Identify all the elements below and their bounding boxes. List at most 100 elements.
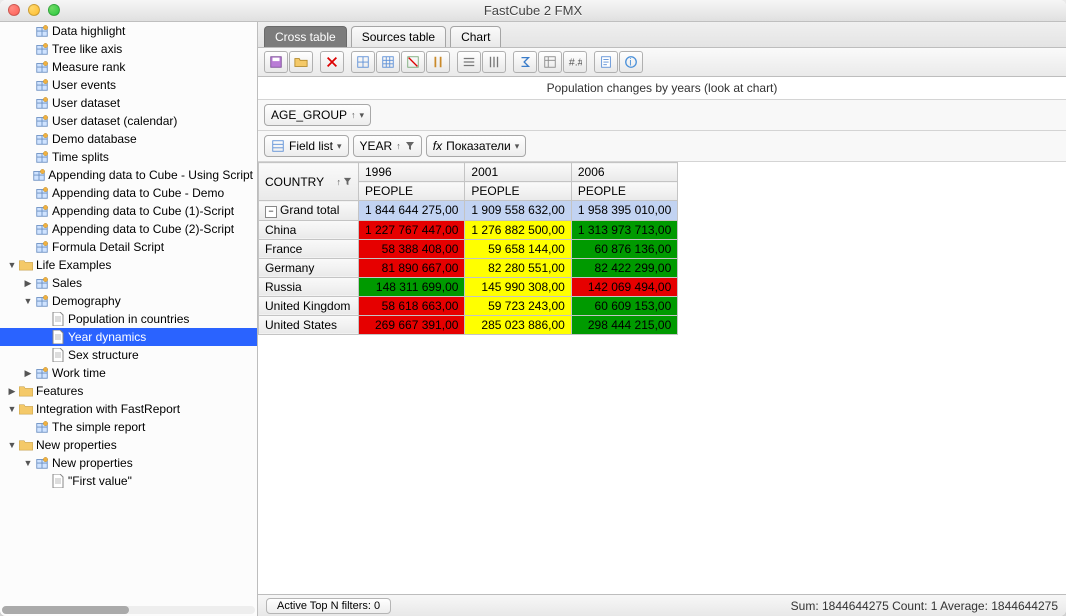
format-button[interactable] — [538, 51, 562, 73]
hide-rows-button[interactable] — [401, 51, 425, 73]
tree-item[interactable]: ▼Integration with FastReport — [0, 400, 257, 418]
year-header[interactable]: 2006 — [571, 163, 677, 182]
data-cell[interactable]: 82 280 551,00 — [465, 258, 571, 277]
sidebar[interactable]: Data highlightTree like axisMeasure rank… — [0, 22, 258, 616]
tree-item[interactable]: ▶Work time — [0, 364, 257, 382]
data-cell[interactable]: 81 890 667,00 — [359, 258, 465, 277]
data-cell[interactable]: 82 422 299,00 — [571, 258, 677, 277]
disclosure-triangle[interactable]: ▼ — [6, 260, 18, 270]
open-button[interactable] — [289, 51, 313, 73]
disclosure-triangle[interactable]: ▼ — [22, 296, 34, 306]
data-cell[interactable]: 1 313 973 713,00 — [571, 220, 677, 239]
tab-sources-table[interactable]: Sources table — [351, 26, 446, 47]
tree-item[interactable]: ▼Demography — [0, 292, 257, 310]
age-group-dimension[interactable]: AGE_GROUP ↑ ▾ — [264, 104, 371, 126]
tree-item[interactable]: "First value" — [0, 472, 257, 490]
people-header[interactable]: PEOPLE — [359, 182, 465, 201]
tree-item[interactable]: Sex structure — [0, 346, 257, 364]
export-button[interactable] — [351, 51, 375, 73]
country-row-header[interactable]: Germany — [259, 258, 359, 277]
tree-item[interactable]: ▶Features — [0, 382, 257, 400]
people-header[interactable]: PEOPLE — [465, 182, 571, 201]
col-sort-button[interactable] — [482, 51, 506, 73]
data-cell[interactable]: 58 388 408,00 — [359, 239, 465, 258]
country-row-header[interactable]: China — [259, 220, 359, 239]
sigma-button[interactable] — [513, 51, 537, 73]
data-cell[interactable]: 148 311 699,00 — [359, 277, 465, 296]
scroll-thumb[interactable] — [2, 606, 129, 614]
maximize-window-button[interactable] — [48, 4, 60, 16]
topn-status[interactable]: Active Top N filters: 0 — [266, 598, 391, 614]
measures-button[interactable]: fx Показатели ▾ — [426, 135, 526, 157]
data-cell[interactable]: 145 990 308,00 — [465, 277, 571, 296]
country-row-header[interactable]: United Kingdom — [259, 296, 359, 315]
save-button[interactable] — [264, 51, 288, 73]
tree-item[interactable]: Year dynamics — [0, 328, 257, 346]
tree-item[interactable]: User dataset — [0, 94, 257, 112]
tree-item[interactable]: ▼Life Examples — [0, 256, 257, 274]
country-header[interactable]: COUNTRY↑ — [259, 163, 359, 201]
people-header[interactable]: PEOPLE — [571, 182, 677, 201]
data-cell[interactable]: 142 069 494,00 — [571, 277, 677, 296]
data-cell[interactable]: 269 667 391,00 — [359, 315, 465, 334]
grand-total-cell[interactable]: 1 909 558 632,00 — [465, 201, 571, 221]
info-button[interactable]: i — [619, 51, 643, 73]
minimize-window-button[interactable] — [28, 4, 40, 16]
close-window-button[interactable] — [8, 4, 20, 16]
grand-total-row[interactable]: −Grand total — [259, 201, 359, 221]
disclosure-triangle[interactable]: ▶ — [22, 278, 34, 289]
disclosure-triangle[interactable]: ▼ — [22, 458, 34, 468]
script-button[interactable] — [594, 51, 618, 73]
traffic-lights — [8, 4, 60, 16]
data-cell[interactable]: 58 618 663,00 — [359, 296, 465, 315]
tree-item[interactable]: Data highlight — [0, 22, 257, 40]
data-cell[interactable]: 60 609 153,00 — [571, 296, 677, 315]
clear-button[interactable] — [320, 51, 344, 73]
country-row-header[interactable]: France — [259, 239, 359, 258]
data-cell[interactable]: 59 723 243,00 — [465, 296, 571, 315]
tree-item[interactable]: Measure rank — [0, 58, 257, 76]
data-cell[interactable]: 285 023 886,00 — [465, 315, 571, 334]
tree-item[interactable]: Formula Detail Script — [0, 238, 257, 256]
tree-item[interactable]: ▼New properties — [0, 454, 257, 472]
year-dimension[interactable]: YEAR ↑ — [353, 135, 422, 157]
number-format-button[interactable]: #.# — [563, 51, 587, 73]
year-header[interactable]: 2001 — [465, 163, 571, 182]
grand-total-cell[interactable]: 1 958 395 010,00 — [571, 201, 677, 221]
collapse-icon[interactable]: − — [265, 206, 277, 218]
grid-button[interactable] — [376, 51, 400, 73]
tree-item[interactable]: Appending data to Cube - Demo — [0, 184, 257, 202]
country-row-header[interactable]: Russia — [259, 277, 359, 296]
field-list-button[interactable]: Field list ▾ — [264, 135, 349, 157]
tree-item[interactable]: Population in countries — [0, 310, 257, 328]
grand-total-cell[interactable]: 1 844 644 275,00 — [359, 201, 465, 221]
year-header[interactable]: 1996 — [359, 163, 465, 182]
data-cell[interactable]: 1 276 882 500,00 — [465, 220, 571, 239]
data-cell[interactable]: 60 876 136,00 — [571, 239, 677, 258]
disclosure-triangle[interactable]: ▼ — [6, 404, 18, 414]
disclosure-triangle[interactable]: ▶ — [22, 368, 34, 379]
disclosure-triangle[interactable]: ▶ — [6, 386, 18, 397]
country-row-header[interactable]: United States — [259, 315, 359, 334]
tab-cross-table[interactable]: Cross table — [264, 26, 347, 47]
row-sort-button[interactable] — [457, 51, 481, 73]
data-cell[interactable]: 298 444 215,00 — [571, 315, 677, 334]
tree-item[interactable]: Demo database — [0, 130, 257, 148]
tree-item[interactable]: Appending data to Cube (1)-Script — [0, 202, 257, 220]
grid-area[interactable]: COUNTRY↑199620012006PEOPLEPEOPLEPEOPLE−G… — [258, 162, 1066, 594]
data-cell[interactable]: 1 227 767 447,00 — [359, 220, 465, 239]
tree-item[interactable]: Tree like axis — [0, 40, 257, 58]
tree-item[interactable]: Time splits — [0, 148, 257, 166]
tab-chart[interactable]: Chart — [450, 26, 501, 47]
tree-item[interactable]: ▶Sales — [0, 274, 257, 292]
data-cell[interactable]: 59 658 144,00 — [465, 239, 571, 258]
tree-item[interactable]: Appending data to Cube - Using Script — [0, 166, 257, 184]
tree-item[interactable]: The simple report — [0, 418, 257, 436]
tree-item[interactable]: User dataset (calendar) — [0, 112, 257, 130]
hide-cols-button[interactable] — [426, 51, 450, 73]
disclosure-triangle[interactable]: ▼ — [6, 440, 18, 450]
horizontal-scrollbar[interactable] — [2, 606, 255, 614]
tree-item[interactable]: ▼New properties — [0, 436, 257, 454]
tree-item[interactable]: User events — [0, 76, 257, 94]
tree-item[interactable]: Appending data to Cube (2)-Script — [0, 220, 257, 238]
